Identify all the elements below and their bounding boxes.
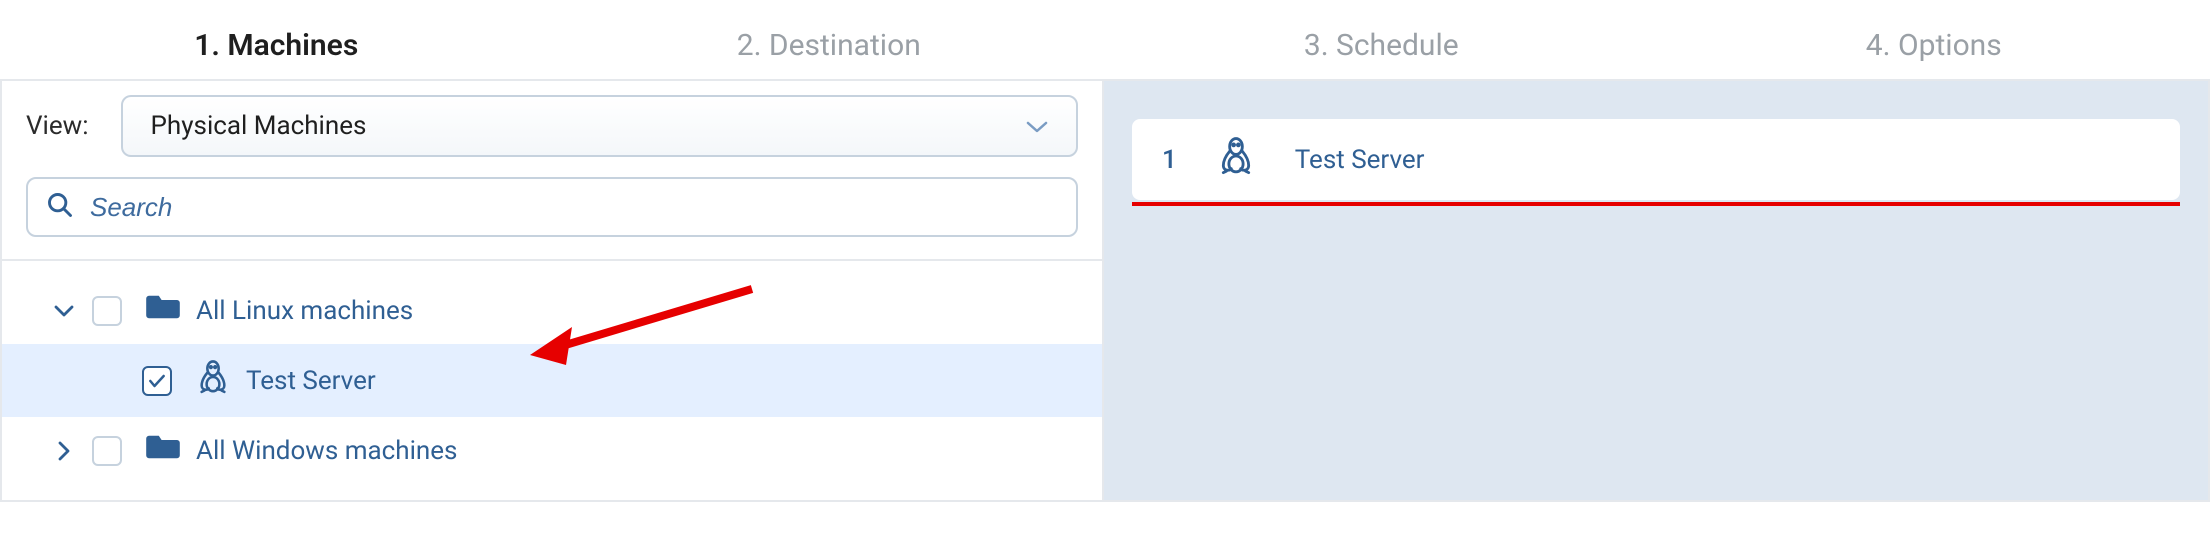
search-input[interactable]: [90, 192, 1058, 223]
folder-icon: [146, 433, 180, 468]
folder-icon: [146, 293, 180, 328]
left-panel: View: Physical Machines: [0, 81, 1104, 502]
linux-icon: [1217, 137, 1255, 182]
folder-checkbox[interactable]: [92, 436, 122, 466]
selected-machine-card[interactable]: 1 Test Server: [1132, 119, 2180, 200]
selected-panel: 1 Test Server: [1104, 81, 2210, 502]
tree-item-label: Test Server: [246, 366, 376, 396]
view-select[interactable]: Physical Machines: [121, 95, 1079, 157]
selected-machine-label: Test Server: [1295, 145, 1425, 175]
folder-checkbox[interactable]: [92, 296, 122, 326]
wizard-steps: 1. Machines 2. Destination 3. Schedule 4…: [0, 0, 2210, 79]
search-icon: [46, 191, 74, 223]
machine-tree: All Linux machines: [2, 259, 1102, 500]
view-select-value: Physical Machines: [151, 111, 367, 141]
machine-checkbox[interactable]: [142, 366, 172, 396]
view-label: View:: [26, 111, 89, 141]
tree-machine-test-server[interactable]: Test Server: [2, 344, 1102, 417]
tree-item-label: All Linux machines: [196, 296, 413, 326]
tree-item-label: All Windows machines: [196, 436, 457, 466]
step-schedule[interactable]: 3. Schedule: [1105, 28, 1658, 63]
linux-icon: [196, 360, 230, 401]
annotation-underline: [1132, 202, 2180, 206]
tree-folder-linux[interactable]: All Linux machines: [2, 277, 1102, 344]
step-destination[interactable]: 2. Destination: [553, 28, 1106, 63]
search-box[interactable]: [26, 177, 1078, 237]
search-row: [2, 167, 1102, 259]
chevron-right-icon[interactable]: [50, 441, 78, 461]
view-row: View: Physical Machines: [2, 81, 1102, 167]
selected-index: 1: [1162, 145, 1177, 175]
step-machines[interactable]: 1. Machines: [0, 28, 553, 63]
tree-folder-windows[interactable]: All Windows machines: [2, 417, 1102, 484]
content-area: View: Physical Machines: [0, 79, 2210, 502]
chevron-down-icon: [1026, 111, 1048, 141]
step-options[interactable]: 4. Options: [1658, 28, 2210, 63]
chevron-down-icon[interactable]: [50, 304, 78, 318]
